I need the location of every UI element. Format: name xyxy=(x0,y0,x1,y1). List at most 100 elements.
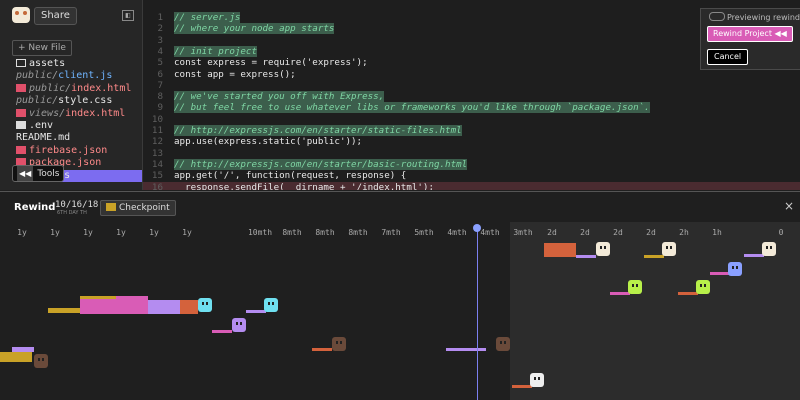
change-block[interactable] xyxy=(544,243,576,257)
code-line: 12 app.use(express.static('public')); xyxy=(143,136,800,147)
user-avatar[interactable] xyxy=(530,373,544,387)
file-item[interactable]: .env xyxy=(16,120,142,132)
rewind-project-button[interactable]: Rewind Project ◀◀ xyxy=(707,26,793,42)
html-icon xyxy=(16,108,26,117)
change-block[interactable] xyxy=(180,300,198,314)
file-item[interactable]: firebase.json xyxy=(16,145,142,157)
collaborator-avatar[interactable] xyxy=(662,242,676,256)
change-block[interactable] xyxy=(744,254,764,257)
avatar-eye xyxy=(604,246,606,249)
change-block[interactable] xyxy=(644,255,664,258)
file-item[interactable]: README.md xyxy=(16,132,142,144)
tools-label: Tools xyxy=(37,169,60,179)
code-line: 9 // but feel free to use whatever libs o… xyxy=(143,102,800,114)
change-block[interactable] xyxy=(48,308,80,313)
line-number: 2 xyxy=(157,23,163,35)
file-item[interactable]: public/index.html xyxy=(16,83,142,95)
collaborator-avatar[interactable] xyxy=(198,298,212,312)
avatar-eye xyxy=(500,341,502,344)
user-avatar[interactable] xyxy=(332,337,346,351)
new-file-button[interactable]: + New File xyxy=(12,40,72,56)
code-text: // init project xyxy=(174,45,257,57)
avatar-eye xyxy=(770,246,772,249)
time-tick: 4mth xyxy=(447,228,467,237)
time-tick: 2d xyxy=(646,228,656,237)
code-line: 8 // we've started you off with Express, xyxy=(143,91,800,103)
change-block[interactable] xyxy=(710,272,730,275)
collapse-sidebar-icon[interactable]: ◧ xyxy=(122,10,134,21)
collaborator-avatar[interactable] xyxy=(762,242,776,256)
collaborator-avatar[interactable] xyxy=(628,280,642,294)
avatar-eye xyxy=(600,246,602,249)
code-text: app.use(express.static('public')); xyxy=(174,136,363,148)
avatar-eye xyxy=(704,284,706,287)
code-text: app.get('/', function(request, response)… xyxy=(174,170,407,182)
line-number: 3 xyxy=(157,34,163,46)
code-line: 16 response.sendFile(__dirname + '/index… xyxy=(143,181,800,191)
time-tick: 8mth xyxy=(348,228,368,237)
avatar-eye xyxy=(202,302,204,305)
file-item[interactable]: public/client.js xyxy=(16,70,142,82)
avatar-eye xyxy=(272,302,274,305)
change-block[interactable] xyxy=(12,347,34,352)
code-text: response.sendFile(__dirname + '/index.ht… xyxy=(174,181,434,191)
time-tick: 7mth xyxy=(381,228,401,237)
folder-icon xyxy=(16,59,26,67)
collaborator-avatar[interactable] xyxy=(264,298,278,312)
change-block[interactable] xyxy=(446,348,486,351)
file-dir: public/ xyxy=(29,82,72,94)
file-item[interactable]: assets xyxy=(16,58,142,70)
change-block[interactable] xyxy=(610,292,630,295)
change-block[interactable] xyxy=(148,300,180,314)
glitch-logo-icon[interactable] xyxy=(12,7,30,23)
avatar-eye xyxy=(340,341,342,344)
glitch-editor-app: Share ◧ + New File assets public/client.j… xyxy=(0,0,800,400)
avatar-eye xyxy=(666,246,668,249)
file-name: firebase.json xyxy=(29,144,108,156)
line-number: 13 xyxy=(151,147,163,159)
avatar-eye xyxy=(670,246,672,249)
time-tick: 10mth xyxy=(247,228,273,237)
timeline-scrubber-handle[interactable] xyxy=(473,224,481,232)
change-block[interactable] xyxy=(0,352,32,362)
share-button[interactable]: Share xyxy=(34,7,77,25)
close-timeline-icon[interactable]: × xyxy=(784,199,794,213)
file-dir: public/ xyxy=(16,70,59,82)
avatar-eye xyxy=(42,358,44,361)
change-block[interactable] xyxy=(246,310,266,313)
change-block[interactable] xyxy=(312,348,332,351)
cancel-button[interactable]: Cancel xyxy=(707,49,749,65)
rewind-timeline-panel: Rewind 10/16/18 6TH DAY TH Checkpoint × … xyxy=(0,191,800,400)
line-number: 8 xyxy=(157,91,163,103)
checkpoint-button[interactable]: Checkpoint xyxy=(100,200,176,216)
change-block[interactable] xyxy=(116,296,148,314)
file-item[interactable]: public/style.css xyxy=(16,95,142,107)
collaborator-avatar[interactable] xyxy=(696,280,710,294)
user-avatar[interactable] xyxy=(34,354,48,368)
time-tick: 2h xyxy=(679,228,689,237)
code-text: // we've started you off with Express, xyxy=(174,91,385,103)
code-text: const express = require('express'); xyxy=(174,57,368,69)
file-dir: public/ xyxy=(16,95,59,107)
toggle-icon[interactable] xyxy=(709,12,725,21)
timeline-date-sub: 6TH DAY TH xyxy=(57,210,87,216)
time-tick: 2d xyxy=(580,228,590,237)
line-number: 15 xyxy=(151,170,163,182)
collaborator-avatar[interactable] xyxy=(728,262,742,276)
change-block[interactable] xyxy=(512,385,532,388)
line-number: 9 xyxy=(157,102,163,114)
change-block[interactable] xyxy=(678,292,698,295)
collaborator-avatar[interactable] xyxy=(232,318,246,332)
code-line: 13 xyxy=(143,148,800,159)
tools-button[interactable]: ◀◀ Tools xyxy=(12,165,65,182)
user-avatar[interactable] xyxy=(496,337,510,351)
change-block[interactable] xyxy=(80,296,116,299)
code-text: // server.js xyxy=(174,12,241,23)
file-item[interactable]: views/index.html xyxy=(16,108,142,120)
change-block[interactable] xyxy=(212,330,232,333)
file-name: style.css xyxy=(58,95,113,107)
collaborator-avatar[interactable] xyxy=(596,242,610,256)
time-tick: 8mth xyxy=(282,228,302,237)
timeline-scrubber-line[interactable] xyxy=(477,226,478,400)
change-block[interactable] xyxy=(576,255,596,258)
